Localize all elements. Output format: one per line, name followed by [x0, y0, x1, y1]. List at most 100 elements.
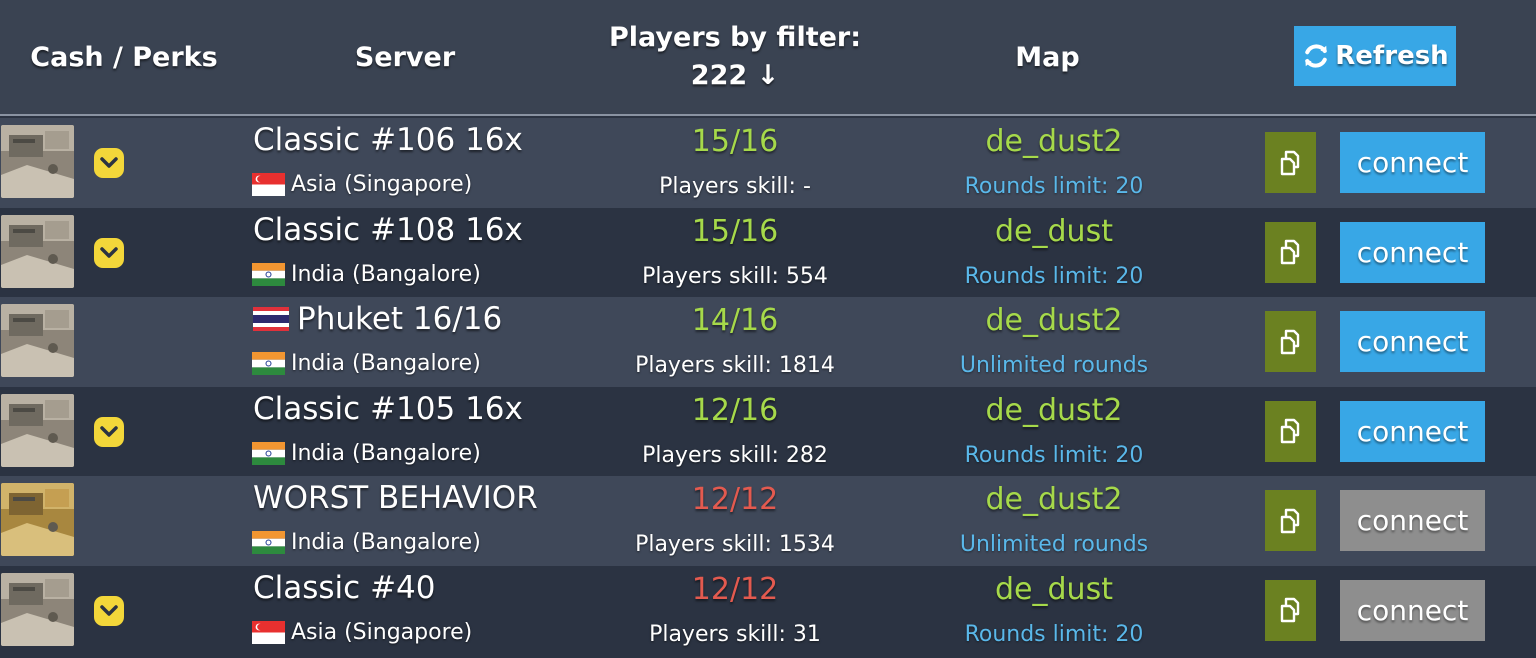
location-text: India (Bangalore)	[291, 440, 481, 466]
player-count: 12/16	[580, 393, 890, 428]
copy-address-button[interactable]	[1265, 221, 1316, 283]
rounds-info: Rounds limit: 20	[964, 442, 1144, 468]
perk-badge[interactable]	[94, 416, 124, 447]
column-header-players[interactable]: Players by filter: 222 ↓	[580, 0, 890, 114]
connect-button[interactable]: connect	[1340, 311, 1485, 372]
connect-button[interactable]: connect	[1340, 490, 1485, 551]
server-row-5[interactable]: WORST BEHAVIOR India (Bangalore) 12/12 P…	[0, 476, 1536, 566]
singapore-flag-icon	[252, 620, 285, 644]
server-name-text: WORST BEHAVIOR	[253, 480, 538, 516]
chevron-down-icon	[100, 246, 118, 258]
count-separator: /	[729, 213, 741, 249]
location-text: India (Bangalore)	[291, 351, 481, 376]
map-name: de_dust2	[985, 124, 1123, 159]
player-count: 12/12	[580, 482, 890, 517]
refresh-button[interactable]: Refresh	[1294, 26, 1456, 86]
server-row-3[interactable]: Phuket 16/16 India (Bangalore) 14/16 Pla…	[0, 297, 1536, 387]
server-name-text: Phuket 16/16	[297, 301, 503, 337]
connect-button[interactable]: connect	[1340, 400, 1485, 462]
copy-address-button[interactable]	[1265, 490, 1316, 551]
server-name[interactable]: Phuket 16/16	[253, 301, 502, 337]
sort-down-icon[interactable]: ↓	[757, 60, 780, 91]
chevron-down-icon	[100, 425, 118, 437]
server-location: Asia (Singapore)	[252, 172, 472, 197]
map-thumbnail-image	[1, 572, 74, 646]
map-thumbnail-image	[1, 304, 74, 377]
server-row-6[interactable]: Classic #40 Asia (Singapore) 12/12 Playe…	[0, 565, 1536, 655]
server-row-1[interactable]: Classic #106 16x Asia (Singapore) 15/16 …	[0, 118, 1536, 208]
count-separator: /	[729, 303, 741, 338]
players-online: 14	[691, 303, 730, 338]
perk-badge[interactable]	[94, 595, 124, 626]
column-header-map[interactable]: Map	[940, 0, 1155, 114]
india-flag-icon	[252, 352, 285, 375]
table-header: Cash / Perks Server Players by filter: 2…	[0, 0, 1536, 116]
map-thumbnail	[1, 572, 74, 646]
players-filter-label: Players by filter:	[608, 22, 862, 53]
server-name-text: Classic #108 16x	[253, 211, 523, 248]
players-skill: Players skill: 1814	[635, 353, 835, 378]
server-name[interactable]: Classic #105 16x	[253, 391, 523, 427]
players-online: 12	[691, 571, 730, 607]
players-skill: Players skill: 1534	[635, 532, 835, 557]
server-name[interactable]: Classic #106 16x	[253, 122, 523, 158]
perk-badge[interactable]	[94, 237, 124, 268]
server-name[interactable]: WORST BEHAVIOR	[253, 480, 538, 516]
server-row-4[interactable]: Classic #105 16x India (Bangalore) 12/16…	[0, 386, 1536, 476]
rounds-info: Rounds limit: 20	[964, 621, 1144, 647]
map-thumbnail-image	[1, 125, 74, 198]
location-text: Asia (Singapore)	[291, 619, 473, 645]
map-thumbnail	[1, 304, 74, 377]
player-count: 12/12	[580, 572, 890, 607]
rounds-info: Rounds limit: 20	[964, 174, 1144, 199]
copy-icon	[1280, 150, 1299, 175]
singapore-flag-icon	[252, 173, 285, 196]
players-online: 15	[691, 213, 730, 249]
server-name-text: Classic #105 16x	[253, 390, 523, 427]
player-slots: 12	[740, 571, 779, 607]
map-thumbnail	[1, 393, 74, 467]
players-skill: Players skill: -	[659, 174, 811, 199]
location-text: Asia (Singapore)	[291, 172, 473, 197]
players-skill: Players skill: 282	[642, 442, 828, 468]
player-slots: 16	[740, 124, 779, 159]
map-thumbnail	[1, 125, 74, 198]
player-count: 15/16	[580, 124, 890, 159]
player-slots: 16	[740, 213, 779, 249]
thailand-flag-icon	[253, 301, 297, 337]
copy-address-button[interactable]	[1265, 400, 1316, 462]
server-name[interactable]: Classic #40	[253, 570, 436, 606]
count-separator: /	[729, 124, 741, 159]
server-row-2[interactable]: Classic #108 16x India (Bangalore) 15/16…	[0, 207, 1536, 297]
server-location: India (Bangalore)	[252, 530, 481, 555]
copy-address-button[interactable]	[1265, 579, 1316, 641]
copy-address-button[interactable]	[1265, 132, 1316, 193]
map-name: de_dust2	[985, 482, 1123, 517]
rounds-info: Unlimited rounds	[959, 353, 1149, 378]
column-header-server[interactable]: Server	[280, 0, 530, 114]
india-flag-icon	[252, 441, 285, 465]
server-location: Asia (Singapore)	[252, 620, 472, 645]
connect-button[interactable]: connect	[1340, 221, 1485, 283]
count-separator: /	[729, 392, 741, 428]
map-name: de_dust2	[985, 392, 1123, 428]
players-skill: Players skill: 31	[649, 621, 821, 647]
copy-address-button[interactable]	[1265, 311, 1316, 372]
map-thumbnail-image	[1, 483, 74, 556]
server-location: India (Bangalore)	[252, 441, 481, 466]
map-thumbnail-image	[1, 214, 74, 288]
server-name-text: Classic #106 16x	[253, 122, 523, 158]
count-separator: /	[729, 482, 741, 517]
map-name: de_dust	[995, 571, 1113, 607]
server-name[interactable]: Classic #108 16x	[253, 212, 523, 248]
rounds-info: Rounds limit: 20	[964, 263, 1144, 289]
player-count: 15/16	[580, 214, 890, 249]
location-text: India (Bangalore)	[291, 261, 481, 287]
rounds-info: Unlimited rounds	[959, 532, 1149, 557]
server-list: Classic #106 16x Asia (Singapore) 15/16 …	[0, 118, 1536, 655]
copy-icon	[1280, 418, 1299, 444]
connect-button[interactable]: connect	[1340, 132, 1485, 193]
perk-badge[interactable]	[94, 148, 124, 178]
server-name-text: Classic #40	[253, 569, 436, 606]
connect-button[interactable]: connect	[1340, 579, 1485, 641]
